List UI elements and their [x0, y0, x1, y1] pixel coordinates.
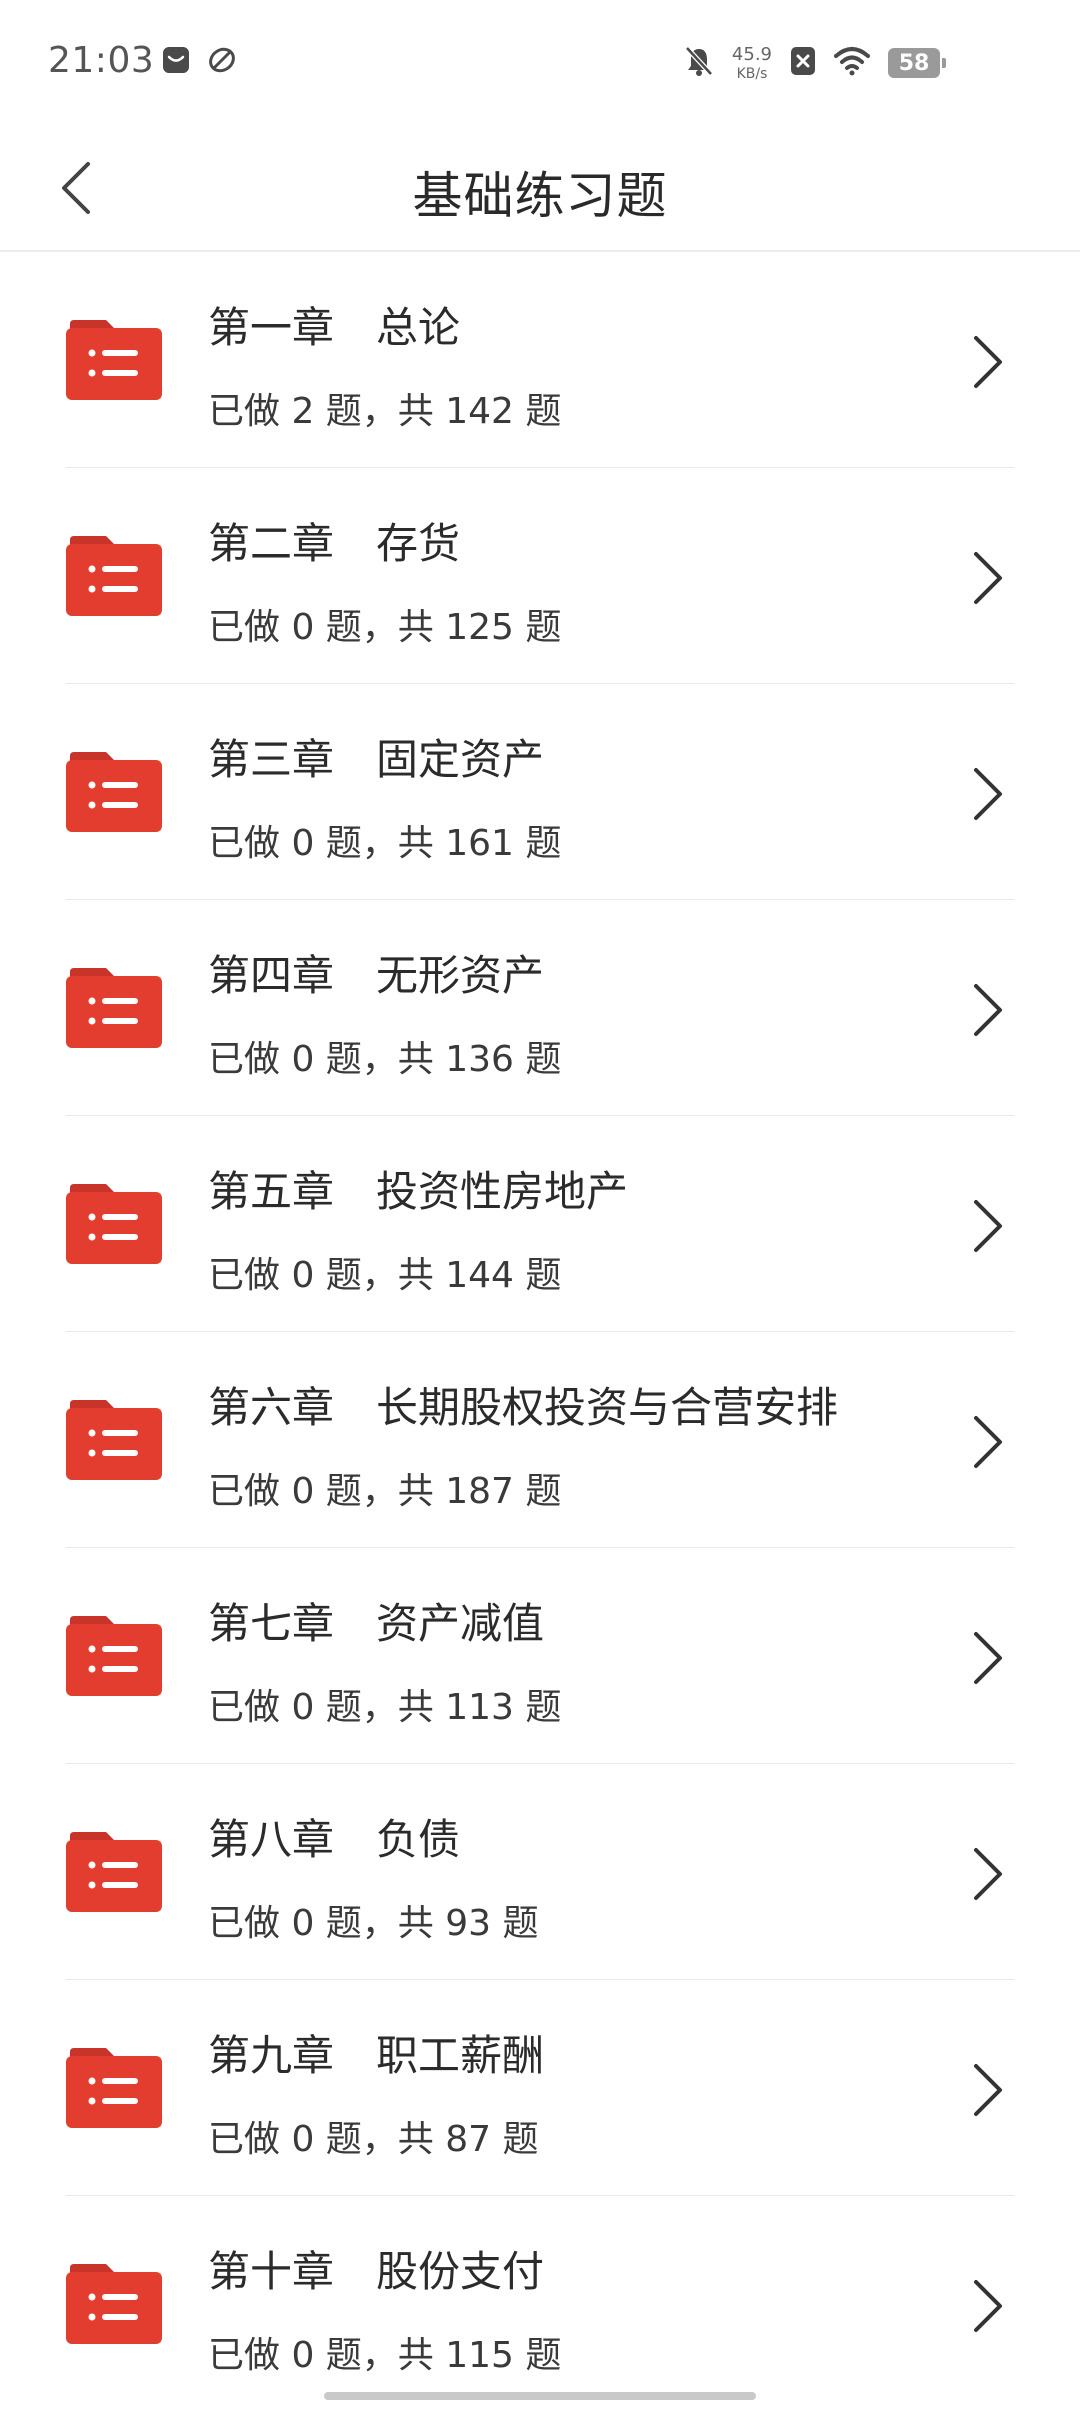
chapter-item[interactable]: 第四章 无形资产 已做 0 题，共 136 题 [0, 900, 1080, 1116]
chapter-item[interactable]: 第一章 总论 已做 2 题，共 142 题 [0, 252, 1080, 468]
network-speed: 45.9 KB/s [731, 43, 772, 82]
chevron-right-icon [974, 1848, 1002, 1900]
folder-list-icon [66, 2264, 162, 2344]
folder-list-icon [66, 1832, 162, 1912]
chapter-title: 第一章 总论 [208, 303, 461, 352]
folder-list-icon [66, 968, 162, 1048]
bell-off-icon [684, 45, 714, 81]
chapter-item[interactable]: 第三章 固定资产 已做 0 题，共 161 题 [0, 684, 1080, 900]
chapter-item[interactable]: 第七章 资产减值 已做 0 题，共 113 题 [0, 1548, 1080, 1764]
home-indicator[interactable] [324, 2392, 756, 2400]
chapter-progress: 已做 0 题，共 144 题 [208, 1255, 562, 1296]
chapter-item[interactable]: 第九章 职工薪酬 已做 0 题，共 87 题 [0, 1980, 1080, 2196]
chapter-item[interactable]: 第八章 负债 已做 0 题，共 93 题 [0, 1764, 1080, 1980]
chapter-item[interactable]: 第二章 存货 已做 0 题，共 125 题 [0, 468, 1080, 684]
chapter-title: 第六章 长期股权投资与合营安排 [208, 1383, 839, 1432]
message-icon [162, 46, 190, 74]
chapter-title: 第三章 固定资产 [208, 735, 545, 784]
chapter-progress: 已做 0 题，共 115 题 [208, 2335, 562, 2376]
battery-level: 58 [898, 50, 930, 76]
chevron-right-icon [974, 1200, 1002, 1252]
page-title: 基础练习题 [412, 167, 668, 225]
chapter-title: 第十章 股份支付 [208, 2247, 545, 2296]
folder-list-icon [66, 1400, 162, 1480]
folder-list-icon [66, 752, 162, 832]
chapter-progress: 已做 0 题，共 125 题 [208, 607, 562, 648]
chapter-progress: 已做 2 题，共 142 题 [208, 391, 562, 432]
chapter-title: 第二章 存货 [208, 519, 461, 568]
close-box-icon [790, 46, 816, 80]
status-time: 21:03 [48, 40, 155, 81]
chapter-progress: 已做 0 题，共 136 题 [208, 1039, 562, 1080]
chevron-right-icon [974, 1632, 1002, 1684]
chevron-right-icon [974, 1416, 1002, 1468]
folder-list-icon [66, 1616, 162, 1696]
chapter-title: 第四章 无形资产 [208, 951, 545, 1000]
folder-list-icon [66, 1184, 162, 1264]
network-speed-unit: KB/s [736, 65, 768, 82]
chevron-right-icon [974, 552, 1002, 604]
chapter-title: 第七章 资产减值 [208, 1599, 545, 1648]
chapter-list: 第一章 总论 已做 2 题，共 142 题 第二章 存货 已做 0 题，共 12… [0, 252, 1080, 2412]
chevron-right-icon [974, 2280, 1002, 2332]
chapter-progress: 已做 0 题，共 93 题 [208, 1903, 539, 1944]
battery-icon: 58 [888, 48, 946, 78]
chapter-progress: 已做 0 题，共 87 题 [208, 2119, 539, 2160]
chapter-title: 第八章 负债 [208, 1815, 461, 1864]
chapter-title: 第五章 投资性房地产 [208, 1167, 629, 1216]
chevron-right-icon [974, 336, 1002, 388]
chevron-right-icon [974, 2064, 1002, 2116]
chapter-item[interactable]: 第五章 投资性房地产 已做 0 题，共 144 题 [0, 1116, 1080, 1332]
leaf-app-icon [208, 46, 236, 74]
folder-list-icon [66, 536, 162, 616]
status-indicators: 45.9 KB/s 58 [684, 40, 946, 86]
wifi-icon [834, 46, 870, 80]
status-bar: 21:03 45.9 KB/s 58 [0, 0, 1080, 126]
chapter-item[interactable]: 第十章 股份支付 已做 0 题，共 115 题 [0, 2196, 1080, 2412]
chapter-title: 第九章 职工薪酬 [208, 2031, 545, 2080]
chevron-right-icon [974, 768, 1002, 820]
chapter-progress: 已做 0 题，共 113 题 [208, 1687, 562, 1728]
network-speed-value: 45.9 [731, 43, 772, 65]
app-header: 基础练习题 [0, 126, 1080, 252]
folder-list-icon [66, 320, 162, 400]
chapter-progress: 已做 0 题，共 187 题 [208, 1471, 562, 1512]
chapter-item[interactable]: 第六章 长期股权投资与合营安排 已做 0 题，共 187 题 [0, 1332, 1080, 1548]
chevron-right-icon [974, 984, 1002, 1036]
chapter-progress: 已做 0 题，共 161 题 [208, 823, 562, 864]
folder-list-icon [66, 2048, 162, 2128]
